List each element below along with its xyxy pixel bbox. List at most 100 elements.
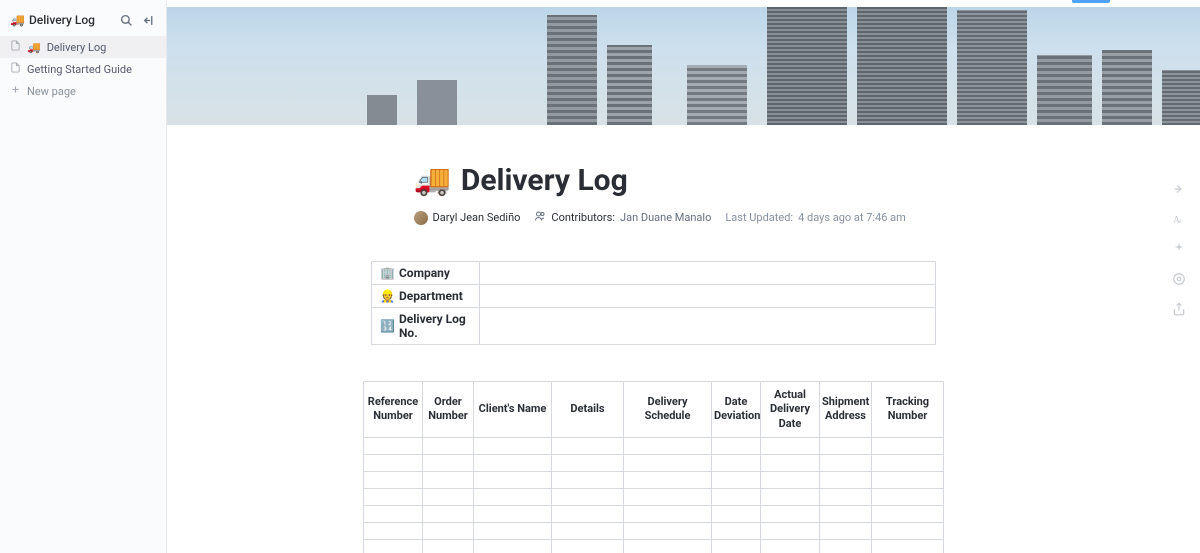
expand-icon[interactable] <box>1170 180 1188 198</box>
table-cell[interactable] <box>872 471 944 488</box>
table-cell[interactable] <box>364 454 423 471</box>
cover-image[interactable] <box>167 0 1200 125</box>
sidebar-item-getting-started[interactable]: Getting Started Guide <box>0 58 166 80</box>
table-cell[interactable] <box>820 471 872 488</box>
table-cell[interactable] <box>624 437 712 454</box>
table-cell[interactable] <box>423 522 474 539</box>
table-cell[interactable] <box>474 539 552 553</box>
sidebar-item-delivery-log[interactable]: 🚚 Delivery Log <box>0 36 166 58</box>
table-cell[interactable] <box>364 522 423 539</box>
table-cell[interactable] <box>872 437 944 454</box>
table-cell[interactable] <box>474 488 552 505</box>
table-cell[interactable] <box>761 488 820 505</box>
table-row[interactable] <box>364 437 944 454</box>
table-cell[interactable] <box>712 471 761 488</box>
table-cell[interactable] <box>820 522 872 539</box>
table-cell[interactable] <box>712 454 761 471</box>
table-cell[interactable] <box>820 437 872 454</box>
table-row[interactable] <box>364 539 944 553</box>
new-page-button[interactable]: New page <box>0 80 166 102</box>
table-cell[interactable] <box>872 488 944 505</box>
table-cell[interactable] <box>712 522 761 539</box>
table-cell[interactable] <box>624 505 712 522</box>
table-cell[interactable] <box>712 539 761 553</box>
column-header[interactable]: Details <box>552 382 624 438</box>
top-action-button[interactable] <box>1072 0 1110 3</box>
table-cell[interactable] <box>552 505 624 522</box>
column-header[interactable]: Actual Delivery Date <box>761 382 820 438</box>
page-title[interactable]: 🚚 Delivery Log <box>334 163 974 198</box>
table-cell[interactable] <box>872 454 944 471</box>
table-cell[interactable] <box>761 454 820 471</box>
table-cell[interactable] <box>712 505 761 522</box>
column-header[interactable]: Shipment Address <box>820 382 872 438</box>
table-cell[interactable] <box>624 488 712 505</box>
table-cell[interactable] <box>761 437 820 454</box>
table-cell[interactable] <box>364 437 423 454</box>
sparkle-icon[interactable] <box>1170 240 1188 258</box>
column-header[interactable]: Tracking Number <box>872 382 944 438</box>
table-cell[interactable] <box>872 505 944 522</box>
info-value-cell[interactable] <box>480 285 936 308</box>
table-cell[interactable] <box>820 539 872 553</box>
table-cell[interactable] <box>423 488 474 505</box>
table-cell[interactable] <box>761 471 820 488</box>
collapse-sidebar-icon[interactable] <box>140 12 156 28</box>
font-icon[interactable]: Aa <box>1170 210 1188 228</box>
table-cell[interactable] <box>364 471 423 488</box>
info-row[interactable]: 🏢Company <box>372 262 936 285</box>
info-row[interactable]: 🔢Delivery Log No. <box>372 308 936 345</box>
table-cell[interactable] <box>423 471 474 488</box>
table-cell[interactable] <box>474 437 552 454</box>
table-cell[interactable] <box>624 454 712 471</box>
column-header[interactable]: Order Number <box>423 382 474 438</box>
table-cell[interactable] <box>624 471 712 488</box>
table-cell[interactable] <box>423 539 474 553</box>
table-cell[interactable] <box>552 471 624 488</box>
table-cell[interactable] <box>423 454 474 471</box>
table-cell[interactable] <box>474 522 552 539</box>
table-cell[interactable] <box>423 505 474 522</box>
table-cell[interactable] <box>474 471 552 488</box>
table-cell[interactable] <box>624 522 712 539</box>
settings-icon[interactable] <box>1170 270 1188 288</box>
info-value-cell[interactable] <box>480 308 936 345</box>
table-row[interactable] <box>364 505 944 522</box>
table-cell[interactable] <box>761 539 820 553</box>
table-row[interactable] <box>364 522 944 539</box>
table-cell[interactable] <box>364 488 423 505</box>
table-cell[interactable] <box>423 437 474 454</box>
table-cell[interactable] <box>552 488 624 505</box>
table-row[interactable] <box>364 488 944 505</box>
contributors-chip[interactable]: Contributors: Jan Duane Manalo <box>534 210 711 225</box>
log-table[interactable]: Reference NumberOrder NumberClient's Nam… <box>363 381 944 553</box>
table-cell[interactable] <box>712 488 761 505</box>
table-cell[interactable] <box>552 522 624 539</box>
info-table[interactable]: 🏢Company👷Department🔢Delivery Log No. <box>371 261 936 345</box>
info-row[interactable]: 👷Department <box>372 285 936 308</box>
table-row[interactable] <box>364 471 944 488</box>
share-icon[interactable] <box>1170 300 1188 318</box>
table-cell[interactable] <box>820 505 872 522</box>
table-cell[interactable] <box>474 454 552 471</box>
table-cell[interactable] <box>820 454 872 471</box>
table-cell[interactable] <box>364 539 423 553</box>
table-cell[interactable] <box>872 539 944 553</box>
table-cell[interactable] <box>872 522 944 539</box>
author-chip[interactable]: Daryl Jean Sediño <box>414 211 521 225</box>
column-header[interactable]: Date Deviation <box>712 382 761 438</box>
table-cell[interactable] <box>761 505 820 522</box>
info-value-cell[interactable] <box>480 262 936 285</box>
table-cell[interactable] <box>552 437 624 454</box>
search-icon[interactable] <box>118 12 134 28</box>
table-cell[interactable] <box>624 539 712 553</box>
table-row[interactable] <box>364 454 944 471</box>
table-cell[interactable] <box>820 488 872 505</box>
table-cell[interactable] <box>712 437 761 454</box>
table-cell[interactable] <box>474 505 552 522</box>
column-header[interactable]: Reference Number <box>364 382 423 438</box>
table-cell[interactable] <box>552 454 624 471</box>
table-cell[interactable] <box>761 522 820 539</box>
table-cell[interactable] <box>552 539 624 553</box>
column-header[interactable]: Delivery Schedule <box>624 382 712 438</box>
